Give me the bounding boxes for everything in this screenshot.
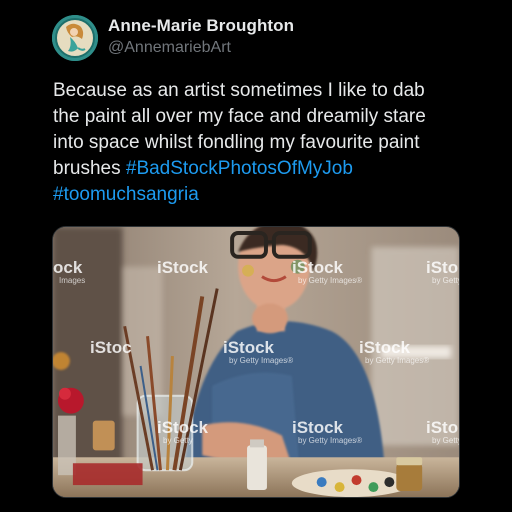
watermark-subtext: by Getty Images® — [298, 436, 363, 445]
watermark-subtext: Images — [59, 276, 86, 285]
istock-watermark: iStock by Getty Images® — [223, 338, 294, 365]
watermark-text: iStock — [292, 418, 344, 437]
watermark-subtext: by Getty — [163, 436, 193, 445]
istock-watermark: ock Images — [53, 258, 86, 285]
istock-watermark: iSto by Getty — [426, 418, 460, 445]
watermark-text: iStock — [157, 418, 209, 437]
tweet: Anne-Marie Broughton @AnnemariebArt Beca… — [0, 0, 512, 512]
istock-watermark: iStock by Getty Images® — [292, 258, 363, 285]
watermark-text: iStock — [292, 258, 344, 277]
watermark-text: iSto — [426, 258, 459, 277]
tweet-text-line: Because as an artist sometimes I like to… — [53, 80, 425, 101]
istock-watermark: iSto by Getty — [426, 258, 460, 285]
tweet-text: Because as an artist sometimes I like to… — [53, 78, 483, 208]
watermark-subtext: by Getty Images® — [298, 276, 363, 285]
watermark-subtext: by Getty Images® — [365, 356, 430, 365]
hashtag-link[interactable]: #BadStockPhotosOfMyJob — [126, 158, 353, 179]
watermark-subtext: by Getty — [432, 436, 460, 445]
user-handle[interactable]: @AnnemariebArt — [108, 39, 231, 57]
tweet-text-line: into space whilst fondling my favourite … — [53, 132, 420, 153]
watermark-text: iStock — [157, 258, 209, 277]
watermark-text: iSto — [426, 418, 459, 437]
mermaid-avatar-icon — [52, 15, 98, 61]
tweet-text-line: the paint all over my face and dreamily … — [53, 106, 426, 127]
tweet-text-line: brushes #BadStockPhotosOfMyJob — [53, 156, 483, 182]
tweet-media-image[interactable]: ock Images iStock iStock by Getty Images… — [52, 226, 460, 498]
istock-watermark: iStock — [157, 258, 209, 277]
istock-watermark: iStock by Getty Images® — [292, 418, 363, 445]
tweet-text-fragment: brushes — [53, 158, 126, 179]
watermark-subtext: by Getty Images® — [229, 356, 294, 365]
hashtag-link[interactable]: #toomuchsangria — [53, 184, 199, 205]
istock-watermark: iStock by Getty Images® — [359, 338, 430, 365]
watermark-text: iStock — [359, 338, 411, 357]
watermark-text: iStoc — [90, 338, 132, 357]
watermark-text: iStock — [223, 338, 275, 357]
watermark-text: ock — [53, 258, 83, 277]
display-name[interactable]: Anne-Marie Broughton — [108, 16, 294, 36]
istock-watermark: iStoc — [90, 338, 132, 357]
tweet-text-line: #toomuchsangria — [53, 182, 483, 208]
istock-watermark: iStock by Getty — [157, 418, 209, 445]
avatar[interactable] — [52, 15, 98, 61]
watermark-subtext: by Getty — [432, 276, 460, 285]
